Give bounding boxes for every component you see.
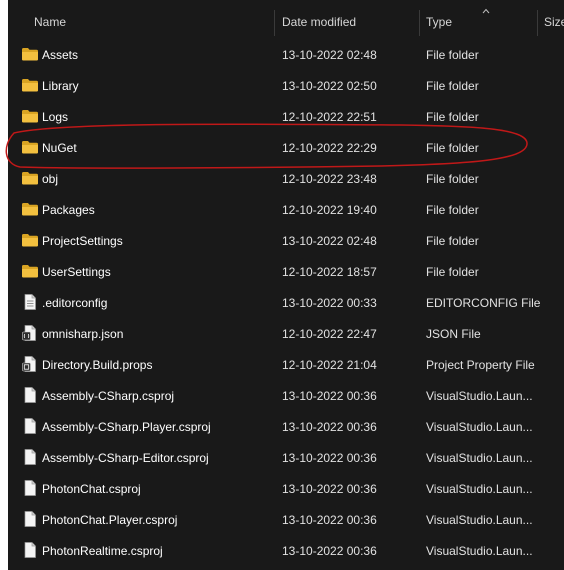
sort-ascending-icon (482, 8, 490, 14)
item-name: Library (42, 79, 79, 93)
left-edge-strip (0, 0, 8, 570)
folder-row[interactable]: Assets 13-10-2022 02:48 File folder (8, 39, 564, 70)
folder-icon (21, 46, 39, 62)
item-date-modified: 12-10-2022 19:40 (282, 203, 377, 217)
text-file-icon (21, 294, 39, 310)
item-name: obj (42, 172, 59, 186)
folder-row[interactable]: UserSettings 12-10-2022 18:57 File folder (8, 256, 564, 287)
item-name: Assets (42, 48, 79, 62)
column-header-size[interactable]: Size (544, 15, 564, 29)
column-header-bar: Name Date modified Type Size (8, 0, 564, 44)
folder-row[interactable]: ProjectSettings 13-10-2022 02:48 File fold… (8, 225, 564, 256)
item-type: File folder (426, 203, 479, 217)
folder-icon (21, 232, 39, 248)
file-row[interactable]: PhotonChat.csproj 13-10-2022 00:36 VisualS… (8, 473, 564, 504)
file-row[interactable]: Assembly-CSharp.Player.csproj 13-10-2022 … (8, 411, 564, 442)
item-type: EDITORCONFIG File (426, 296, 541, 310)
item-date-modified: 12-10-2022 21:04 (282, 358, 377, 372)
item-name: Assembly-CSharp-Editor.csproj (42, 451, 209, 465)
folder-row[interactable]: NuGet 12-10-2022 22:29 File folder (8, 132, 564, 163)
item-type: File folder (426, 79, 479, 93)
folder-row[interactable]: obj 12-10-2022 23:48 File folder (8, 163, 564, 194)
item-type: VisualStudio.Laun... (426, 420, 533, 434)
folder-icon (21, 170, 39, 186)
item-name: Directory.Build.props (42, 358, 153, 372)
item-type: File folder (426, 110, 479, 124)
folder-icon (21, 263, 39, 279)
folder-icon (21, 77, 39, 93)
item-name: .editorconfig (42, 296, 108, 310)
file-row[interactable]: PhotonChat.Player.csproj 13-10-2022 00:36… (8, 504, 564, 535)
json-file-icon (21, 325, 39, 341)
item-name: PhotonChat.Player.csproj (42, 513, 178, 527)
item-name: NuGet (42, 141, 77, 155)
column-header-name[interactable]: Name (34, 15, 66, 29)
column-header-date-modified[interactable]: Date modified (282, 15, 356, 29)
folder-icon (21, 201, 39, 217)
item-date-modified: 12-10-2022 22:51 (282, 110, 377, 124)
item-date-modified: 13-10-2022 02:50 (282, 79, 377, 93)
item-type: VisualStudio.Laun... (426, 451, 533, 465)
item-type: File folder (426, 234, 479, 248)
file-row[interactable]: Assembly-CSharp-Editor.csproj 13-10-2022 … (8, 442, 564, 473)
item-date-modified: 13-10-2022 00:36 (282, 420, 377, 434)
item-type: Project Property File (426, 358, 535, 372)
item-type: JSON File (426, 327, 481, 341)
item-name: Logs (42, 110, 69, 124)
column-divider[interactable] (419, 10, 420, 36)
item-date-modified: 13-10-2022 00:33 (282, 296, 377, 310)
item-name: PhotonRealtime.csproj (42, 544, 163, 558)
item-date-modified: 13-10-2022 02:48 (282, 48, 377, 62)
item-date-modified: 13-10-2022 00:36 (282, 389, 377, 403)
props-file-icon (21, 356, 39, 372)
folder-row[interactable]: Library 13-10-2022 02:50 File folder (8, 70, 564, 101)
file-icon (21, 542, 39, 558)
folder-icon (21, 139, 39, 155)
item-type: VisualStudio.Laun... (426, 544, 533, 558)
file-icon (21, 387, 39, 403)
item-date-modified: 13-10-2022 00:36 (282, 482, 377, 496)
item-date-modified: 12-10-2022 18:57 (282, 265, 377, 279)
file-row[interactable]: .editorconfig 13-10-2022 00:33 EDITORCONFI… (8, 287, 564, 318)
item-date-modified: 12-10-2022 22:29 (282, 141, 377, 155)
item-name: Assembly-CSharp.Player.csproj (42, 420, 211, 434)
item-type: VisualStudio.Laun... (426, 389, 533, 403)
file-icon (21, 449, 39, 465)
item-date-modified: 13-10-2022 02:48 (282, 234, 377, 248)
file-icon (21, 418, 39, 434)
item-name: PhotonChat.csproj (42, 482, 141, 496)
item-type: File folder (426, 265, 479, 279)
file-icon (21, 480, 39, 496)
item-name: omnisharp.json (42, 327, 124, 341)
item-date-modified: 12-10-2022 22:47 (282, 327, 377, 341)
item-name: UserSettings (42, 265, 111, 279)
item-date-modified: 12-10-2022 23:48 (282, 172, 377, 186)
column-divider[interactable] (537, 10, 538, 36)
item-date-modified: 13-10-2022 00:36 (282, 544, 377, 558)
file-row[interactable]: omnisharp.json 12-10-2022 22:47 JSON File (8, 318, 564, 349)
item-type: VisualStudio.Laun... (426, 482, 533, 496)
folder-row[interactable]: Packages 12-10-2022 19:40 File folder (8, 194, 564, 225)
item-date-modified: 13-10-2022 00:36 (282, 451, 377, 465)
file-row[interactable]: Directory.Build.props 12-10-2022 21:04 Pro… (8, 349, 564, 380)
column-divider[interactable] (274, 10, 275, 36)
item-name: Packages (42, 203, 95, 217)
file-row[interactable]: PhotonRealtime.csproj 13-10-2022 00:36 Vis… (8, 535, 564, 566)
item-name: ProjectSettings (42, 234, 123, 248)
file-row[interactable]: Assembly-CSharp.csproj 13-10-2022 00:36 Vi… (8, 380, 564, 411)
file-icon (21, 511, 39, 527)
folder-row[interactable]: Logs 12-10-2022 22:51 File folder (8, 101, 564, 132)
item-name: Assembly-CSharp.csproj (42, 389, 175, 403)
item-type: File folder (426, 172, 479, 186)
column-header-type[interactable]: Type (426, 15, 452, 29)
folder-icon (21, 108, 39, 124)
item-type: VisualStudio.Laun... (426, 513, 533, 527)
item-date-modified: 13-10-2022 00:36 (282, 513, 377, 527)
item-type: File folder (426, 141, 479, 155)
item-type: File folder (426, 48, 479, 62)
